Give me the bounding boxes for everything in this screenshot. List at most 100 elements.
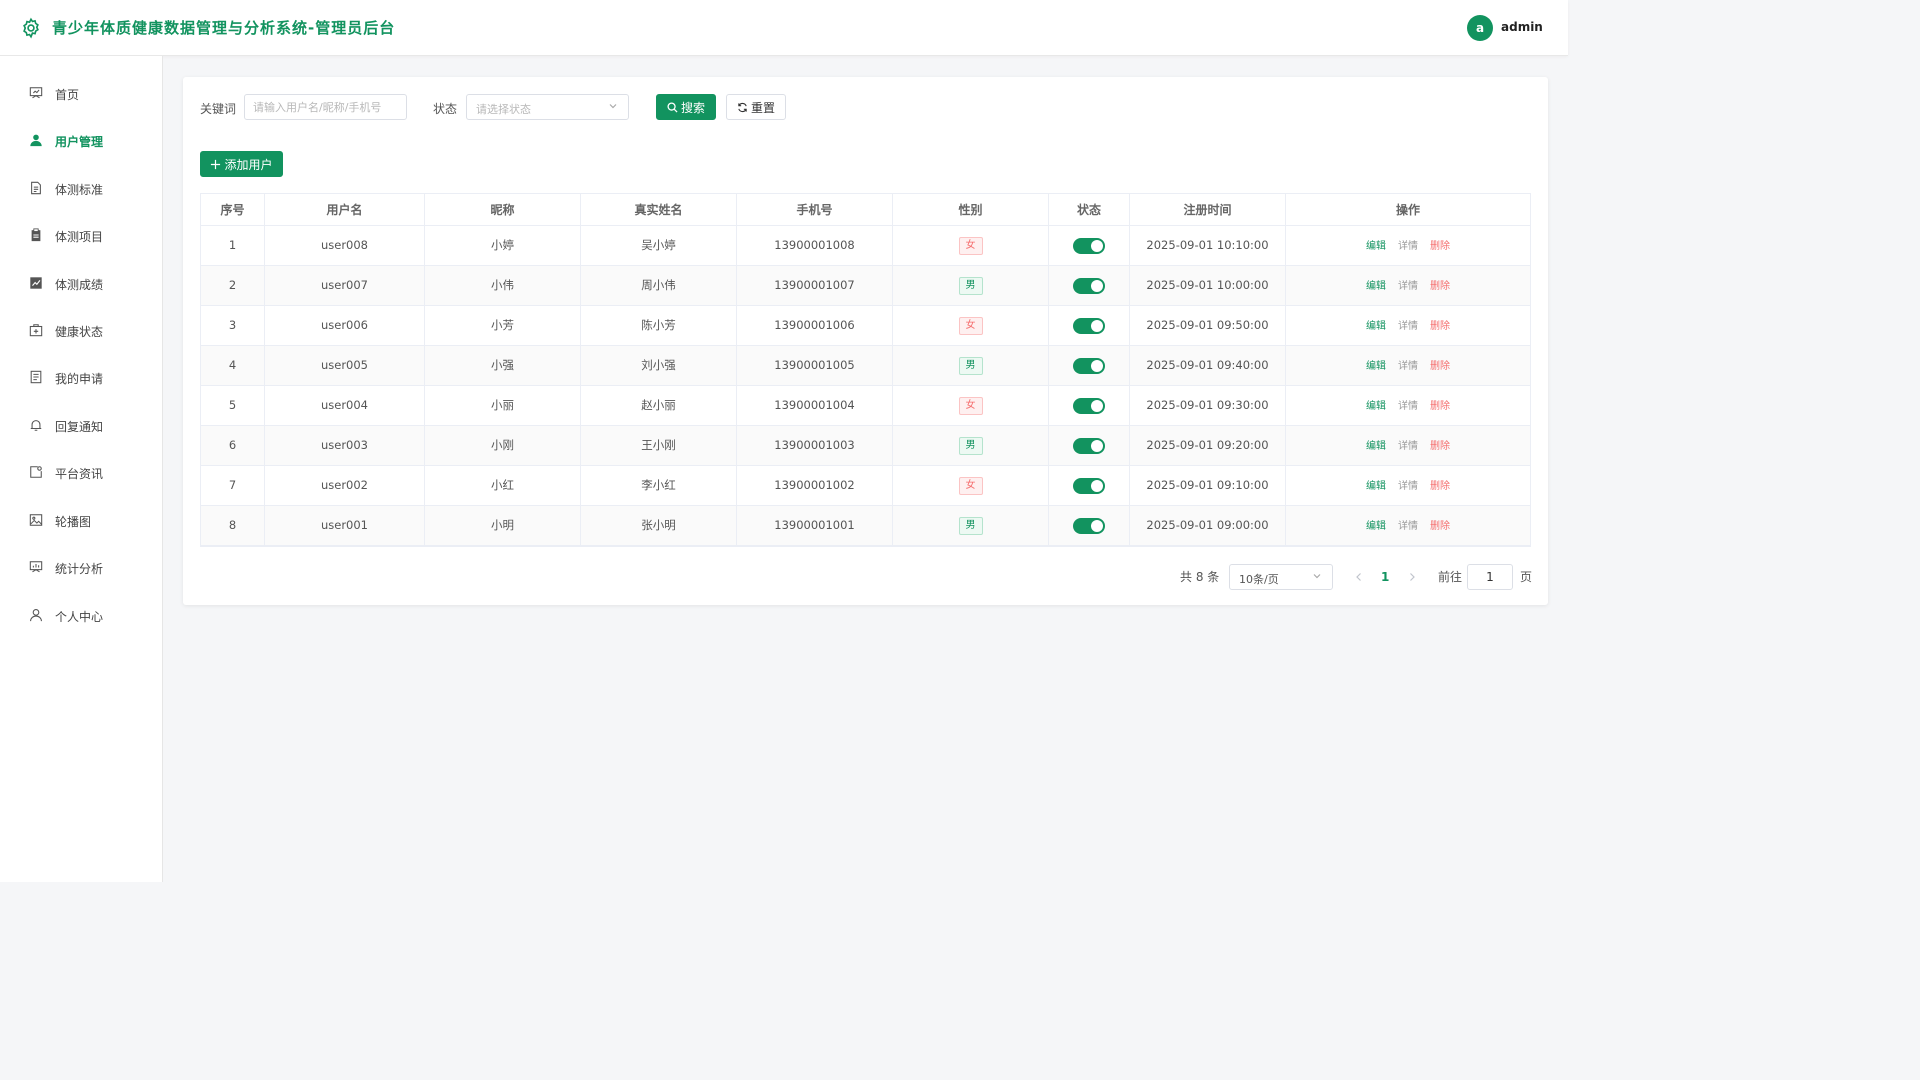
sidebar-item-notifications[interactable]: 回复通知 [0,406,162,446]
cell-username: user004 [265,386,425,425]
user-table: 序号 用户名 昵称 真实姓名 手机号 性别 状态 注册时间 操作 1 user00… [200,193,1531,547]
table-row: 1 user008 小婷 吴小婷 13900001008 女 2025-09-01 10:1… [201,226,1530,266]
next-page-icon[interactable] [1407,571,1417,583]
cell-register-time: 2025-09-01 10:00:00 [1130,266,1286,305]
delete-button[interactable]: 删除 [1430,321,1450,332]
cell-phone: 13900001006 [737,306,893,345]
detail-button[interactable]: 详情 [1398,361,1418,372]
detail-button[interactable]: 详情 [1398,401,1418,412]
status-toggle[interactable] [1073,277,1105,294]
status-toggle[interactable] [1073,237,1105,254]
delete-button[interactable]: 删除 [1430,241,1450,252]
goto-page-input[interactable] [1468,565,1512,589]
status-toggle[interactable] [1073,517,1105,534]
status-toggle[interactable] [1073,397,1105,414]
cell-gender: 女 [893,386,1049,425]
cell-actions: 编辑 详情 删除 [1286,506,1530,545]
prev-page-icon[interactable] [1354,571,1364,583]
delete-button[interactable]: 删除 [1430,481,1450,492]
sidebar-item-scores[interactable]: 体测成绩 [0,264,162,304]
delete-button[interactable]: 删除 [1430,401,1450,412]
toggle-knob [1091,399,1103,412]
cell-username: user005 [265,346,425,385]
main-card: 关键词 状态 请选择状态 搜索 重置 添加用户 序号 用户名 昵称 真实姓名 手… [183,77,1548,605]
edit-button[interactable]: 编辑 [1366,361,1386,372]
add-user-button[interactable]: 添加用户 [200,151,283,177]
edit-button[interactable]: 编辑 [1366,441,1386,452]
cell-realname: 张小明 [581,506,737,545]
status-toggle[interactable] [1073,437,1105,454]
edit-button[interactable]: 编辑 [1366,521,1386,532]
delete-button[interactable]: 删除 [1430,361,1450,372]
sidebar-item-test-items[interactable]: 体测项目 [0,216,162,256]
cell-gender: 男 [893,426,1049,465]
cell-index: 1 [201,226,265,265]
avatar[interactable]: a [1467,15,1493,41]
cell-index: 2 [201,266,265,305]
chevron-down-icon [609,104,617,109]
sidebar-item-health[interactable]: 健康状态 [0,311,162,351]
status-toggle[interactable] [1073,357,1105,374]
medical-box-icon [29,324,43,337]
delete-button[interactable]: 删除 [1430,521,1450,532]
user-name[interactable]: admin [1501,20,1543,34]
page-size-select[interactable]: 10条/页 [1229,564,1333,590]
cell-nickname: 小婷 [425,226,581,265]
cell-status [1049,386,1130,425]
edit-button[interactable]: 编辑 [1366,481,1386,492]
user-icon [30,609,42,622]
detail-button[interactable]: 详情 [1398,281,1418,292]
keyword-input[interactable] [245,95,406,119]
cell-nickname: 小强 [425,346,581,385]
edit-button[interactable]: 编辑 [1366,281,1386,292]
cell-phone: 13900001005 [737,346,893,385]
table-header: 序号 用户名 昵称 真实姓名 手机号 性别 状态 注册时间 操作 [201,194,1530,226]
cell-username: user003 [265,426,425,465]
sidebar-item-profile[interactable]: 个人中心 [0,596,162,636]
edit-button[interactable]: 编辑 [1366,321,1386,332]
sidebar-item-news[interactable]: 平台资讯 [0,453,162,493]
sidebar-item-carousel[interactable]: 轮播图 [0,501,162,541]
reset-button[interactable]: 重置 [726,94,786,120]
edit-button[interactable]: 编辑 [1366,401,1386,412]
detail-button[interactable]: 详情 [1398,521,1418,532]
cell-nickname: 小刚 [425,426,581,465]
cell-index: 6 [201,426,265,465]
cell-nickname: 小伟 [425,266,581,305]
dashboard-icon [29,87,43,99]
search-button[interactable]: 搜索 [656,94,716,120]
sidebar-item-home[interactable]: 首页 [0,74,162,114]
cell-nickname: 小芳 [425,306,581,345]
cell-phone: 13900001002 [737,466,893,505]
cell-gender: 男 [893,266,1049,305]
column-header: 状态 [1049,194,1130,226]
edit-button[interactable]: 编辑 [1366,241,1386,252]
page-number-current[interactable]: 1 [1381,564,1389,590]
detail-button[interactable]: 详情 [1398,321,1418,332]
detail-button[interactable]: 详情 [1398,441,1418,452]
column-header: 真实姓名 [581,194,737,226]
delete-button[interactable]: 删除 [1430,281,1450,292]
sidebar-item-standards[interactable]: 体测标准 [0,169,162,209]
status-toggle[interactable] [1073,477,1105,494]
goto-label: 前往 [1438,570,1463,584]
detail-button[interactable]: 详情 [1398,241,1418,252]
page-suffix: 页 [1520,570,1533,584]
cell-gender: 女 [893,306,1049,345]
cell-index: 7 [201,466,265,505]
sidebar-item-users[interactable]: 用户管理 [0,121,162,161]
status-toggle[interactable] [1073,317,1105,334]
cell-status [1049,426,1130,465]
gender-tag: 女 [958,476,983,495]
delete-button[interactable]: 删除 [1430,441,1450,452]
app-title: 青少年体质健康数据管理与分析系统-管理员后台 [52,19,396,37]
cell-register-time: 2025-09-01 09:10:00 [1130,466,1286,505]
sidebar-item-statistics[interactable]: 统计分析 [0,548,162,588]
cell-phone: 13900001004 [737,386,893,425]
status-select[interactable]: 请选择状态 [466,94,629,120]
sidebar-item-label: 统计分析 [55,562,104,576]
detail-button[interactable]: 详情 [1398,481,1418,492]
column-header: 序号 [201,194,265,226]
sidebar-item-applications[interactable]: 我的申请 [0,358,162,398]
cell-realname: 李小红 [581,466,737,505]
